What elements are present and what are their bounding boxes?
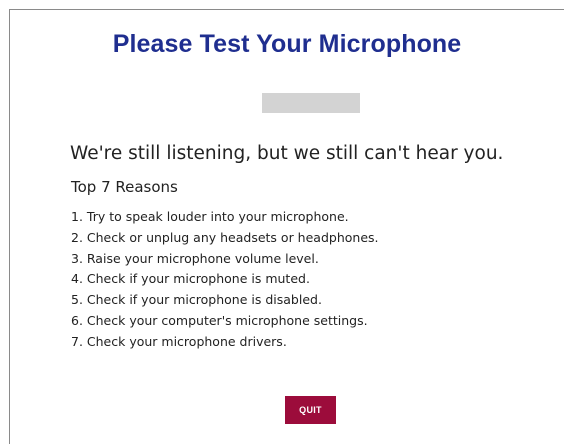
reason-item: 2. Check or unplug any headsets or headp… [71, 229, 379, 245]
reason-item: 3. Raise your microphone volume level. [71, 250, 319, 266]
quit-button[interactable]: QUIT [285, 396, 336, 424]
status-message: We're still listening, but we still can'… [70, 143, 504, 164]
page-title: Please Test Your Microphone [112, 30, 462, 58]
reason-item: 7. Check your microphone drivers. [71, 333, 287, 349]
reasons-heading: Top 7 Reasons [71, 178, 178, 196]
reason-item: 1. Try to speak louder into your microph… [71, 209, 349, 224]
reason-item: 6. Check your computer's microphone sett… [71, 312, 368, 328]
microphone-test-panel: Please Test Your Microphone We're still … [9, 9, 564, 444]
microphone-level-meter [262, 93, 360, 113]
reason-item: 5. Check if your microphone is disabled. [71, 292, 322, 308]
reasons-list: 1. Try to speak louder into your microph… [71, 207, 379, 353]
reason-item: 4. Check if your microphone is muted. [71, 271, 310, 287]
